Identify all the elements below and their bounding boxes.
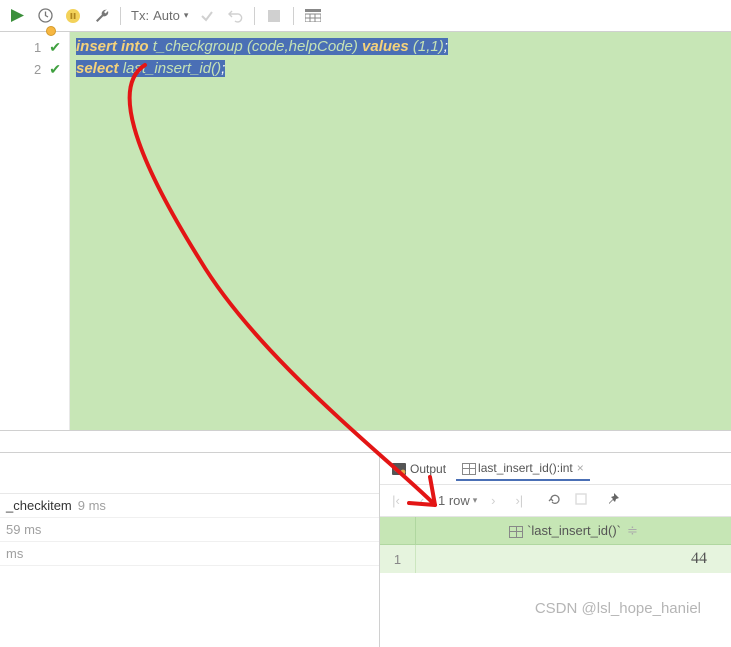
history-button[interactable] [32, 3, 58, 29]
code-line: insert into t_checkgroup (code,helpCode)… [76, 36, 725, 58]
result-navbar: |‹ ‹ 1 row ▾ › ›| [380, 485, 731, 517]
history-item[interactable]: 59 ms [0, 518, 379, 542]
code-line: select last_insert_id(); [76, 58, 725, 80]
toolbar-separator [254, 7, 255, 25]
stop-icon [268, 10, 280, 22]
row-count-label: 1 row [438, 493, 470, 508]
result-panel: Output last_insert_id():int × |‹ ‹ 1 row… [380, 453, 731, 647]
chevron-down-icon: ▾ [184, 10, 189, 21]
tx-mode-dropdown[interactable]: Tx: Auto ▾ [127, 8, 192, 23]
history-item[interactable]: _checkitem 9 ms [0, 493, 379, 518]
stop-button[interactable] [261, 3, 287, 29]
check-icon: ✔ [49, 39, 61, 56]
rollback-button[interactable] [222, 3, 248, 29]
panel-divider[interactable] [0, 430, 731, 452]
warning-dot-icon [46, 26, 56, 36]
first-page-button[interactable]: |‹ [386, 493, 406, 508]
wrench-icon [94, 8, 109, 23]
cell-value: 44 [416, 545, 731, 573]
chevron-down-icon: ▾ [473, 495, 478, 506]
tab-output[interactable]: Output [386, 458, 452, 480]
tab-label: last_insert_id():int [478, 461, 573, 475]
result-row[interactable]: 1 44 [380, 545, 731, 573]
check-icon: ✔ [49, 61, 61, 78]
result-tabs: Output last_insert_id():int × [380, 453, 731, 485]
last-page-button[interactable]: ›| [509, 493, 529, 508]
row-header-corner[interactable] [380, 517, 416, 544]
run-button[interactable] [4, 3, 30, 29]
history-item-name: _checkitem [6, 498, 72, 513]
toolbar-separator [120, 7, 121, 25]
play-icon [11, 9, 24, 22]
stop-outline-icon [575, 493, 587, 505]
sort-icon: ≑ [627, 523, 638, 539]
pause-button[interactable] [60, 3, 86, 29]
line-number: 2 [34, 62, 41, 77]
gutter: 1 ✔ 2 ✔ [0, 32, 70, 430]
tab-label: Output [410, 462, 446, 476]
show-results-button[interactable] [300, 3, 326, 29]
history-item-time: 9 ms [78, 498, 106, 513]
column-header[interactable]: `last_insert_id()` ≑ [416, 517, 731, 544]
gutter-line[interactable]: 1 ✔ [0, 36, 69, 58]
toolbar: Tx: Auto ▾ [0, 0, 731, 32]
editor: 1 ✔ 2 ✔ insert into t_checkgroup (code,h… [0, 32, 731, 430]
tx-label: Tx: [131, 8, 149, 23]
gutter-line[interactable]: 2 ✔ [0, 58, 69, 80]
column-type-icon [509, 526, 521, 536]
tx-value: Auto [153, 8, 180, 23]
settings-button[interactable] [88, 3, 114, 29]
pause-circle-icon [65, 8, 81, 24]
row-number: 1 [380, 545, 416, 573]
bottom-panels: _checkitem 9 ms 59 ms ms Output last_ins… [0, 452, 731, 647]
undo-icon [228, 8, 243, 23]
commit-button[interactable] [194, 3, 220, 29]
clock-icon [38, 8, 53, 23]
history-item[interactable]: ms [0, 542, 379, 566]
toolbar-separator [293, 7, 294, 25]
row-count-dropdown[interactable]: 1 row ▾ [438, 493, 477, 508]
grid-results-icon [305, 9, 321, 22]
cancel-query-button[interactable] [571, 493, 591, 508]
pin-button[interactable] [603, 492, 623, 509]
close-icon[interactable]: × [577, 461, 584, 475]
history-item-time: ms [6, 546, 23, 561]
refresh-icon [548, 492, 562, 506]
pin-icon [606, 492, 620, 506]
tab-result[interactable]: last_insert_id():int × [456, 457, 590, 481]
check-icon [200, 9, 214, 23]
grid-icon [462, 463, 474, 473]
history-item-time: 59 ms [6, 522, 41, 537]
console-icon [392, 463, 406, 475]
result-grid-header: `last_insert_id()` ≑ [380, 517, 731, 545]
history-panel: _checkitem 9 ms 59 ms ms [0, 453, 380, 647]
column-header-label: `last_insert_id()` [527, 523, 621, 538]
prev-page-button[interactable]: ‹ [412, 493, 432, 508]
refresh-button[interactable] [545, 492, 565, 509]
next-page-button[interactable]: › [483, 493, 503, 508]
line-number: 1 [34, 40, 41, 55]
sql-editor[interactable]: insert into t_checkgroup (code,helpCode)… [70, 32, 731, 430]
